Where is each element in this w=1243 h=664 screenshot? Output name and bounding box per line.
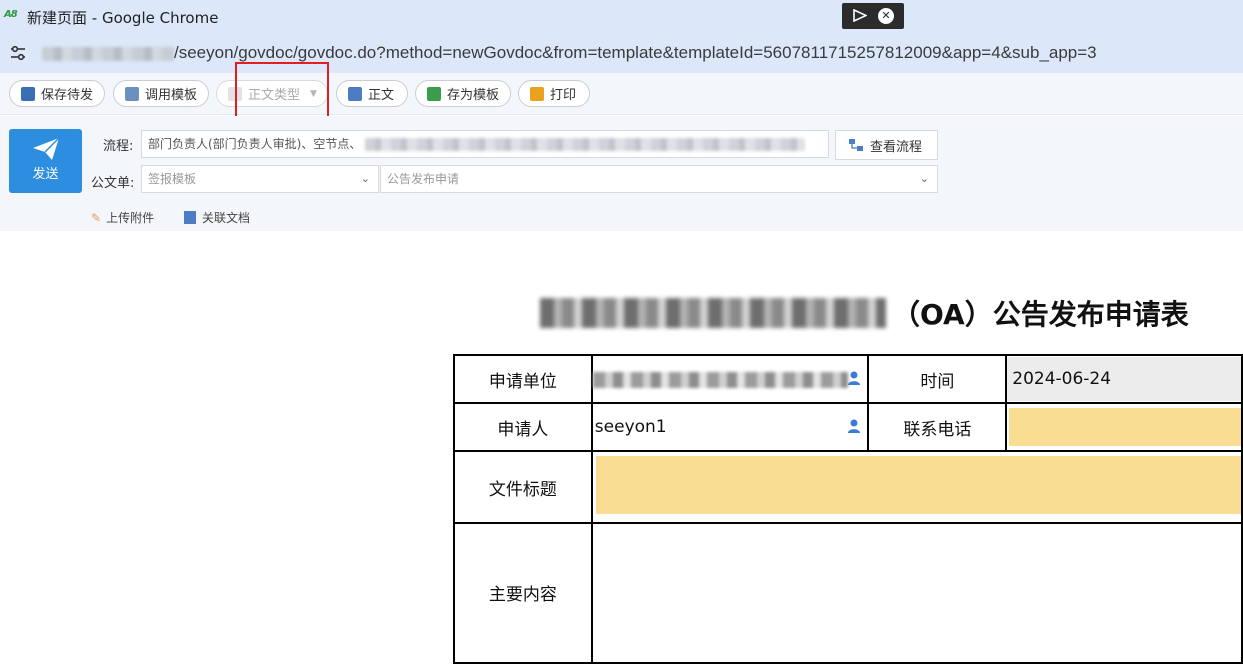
site-settings-icon[interactable] <box>9 44 27 62</box>
save-as-template-button[interactable]: 存为模板 <box>415 80 511 107</box>
save-draft-button[interactable]: 保存待发 <box>9 80 105 107</box>
use-template-label: 调用模板 <box>145 88 198 103</box>
url-host-redacted <box>42 47 174 61</box>
doc-form-select[interactable]: 公告发布申请 ⌄ <box>380 165 938 193</box>
phone-label: 联系电话 <box>867 402 1008 452</box>
main-content-field[interactable] <box>590 522 1243 664</box>
sign-template-placeholder: 签报模板 <box>148 172 197 186</box>
window-title: 新建页面 - Google Chrome <box>27 9 219 27</box>
url-text[interactable]: /seeyon/govdoc/govdoc.do?method=newGovdo… <box>174 43 1097 63</box>
doc-title-field[interactable] <box>590 450 1243 524</box>
body-label: 正文 <box>368 88 395 103</box>
time-field[interactable]: 2024-06-24 <box>1005 354 1243 404</box>
org-picker-icon[interactable] <box>847 370 861 386</box>
chevron-down-icon: ⌄ <box>919 172 929 185</box>
chevron-down-icon: ⌄ <box>360 172 370 185</box>
body-button[interactable]: 正文 <box>336 80 408 107</box>
upload-attachment-label: 上传附件 <box>106 211 155 225</box>
form-header: 发送 流程: 部门负责人(部门负责人审批)、空节点、 查看流程 公文单: 签报模… <box>0 116 1243 231</box>
view-flow-button[interactable]: 查看流程 <box>835 130 938 160</box>
table-row: 申请单位 时间 2024-06-24 <box>453 354 1243 404</box>
toolbar: 保存待发 调用模板 正文类型 ▼ 正文 存为模板 打印 <box>0 73 1243 115</box>
doc-form-value: 公告发布申请 <box>387 172 460 186</box>
template-icon <box>125 86 139 101</box>
apply-unit-label: 申请单位 <box>453 354 593 404</box>
time-value: 2024-06-24 <box>1007 357 1241 401</box>
annotation-highlight-box <box>235 62 329 121</box>
save-icon <box>21 86 35 101</box>
doc-title-label: 文件标题 <box>453 450 593 524</box>
screen-share-pill[interactable]: ✕ <box>842 3 904 29</box>
doc-title-input[interactable] <box>595 455 1241 514</box>
apply-unit-redacted <box>592 372 848 388</box>
applicant-value: seeyon1 <box>594 417 667 437</box>
related-doc-icon <box>184 211 196 224</box>
flow-field[interactable]: 部门负责人(部门负责人审批)、空节点、 <box>141 130 829 158</box>
doc-form-label: 公文单: <box>91 176 135 191</box>
flow-value: 部门负责人(部门负责人审批)、空节点、 <box>148 137 362 151</box>
send-label: 发送 <box>32 167 59 182</box>
related-docs-link[interactable]: 关联文档 <box>184 209 250 226</box>
person-picker-icon[interactable] <box>847 418 861 434</box>
time-label: 时间 <box>867 354 1008 404</box>
app-logo-icon: A8 <box>4 9 18 20</box>
phone-field[interactable] <box>1005 402 1243 452</box>
document-title-text: （OA）公告发布申请表 <box>892 298 1189 331</box>
flow-label: 流程: <box>103 139 134 154</box>
sign-template-select[interactable]: 签报模板 ⌄ <box>141 165 379 193</box>
share-icon[interactable] <box>853 9 867 22</box>
applicant-field[interactable]: seeyon1 <box>590 402 870 452</box>
stop-share-icon[interactable]: ✕ <box>878 8 894 24</box>
send-button[interactable]: 发送 <box>9 129 82 193</box>
table-row: 申请人 seeyon1 联系电话 <box>453 402 1243 452</box>
flow-redacted <box>365 138 806 151</box>
save-as-template-label: 存为模板 <box>447 88 500 103</box>
window-titlebar: A8 新建页面 - Google Chrome ✕ <box>0 0 1243 34</box>
paper-plane-icon <box>32 137 60 160</box>
print-label: 打印 <box>550 88 577 103</box>
save-template-icon <box>427 86 441 101</box>
related-docs-label: 关联文档 <box>202 211 251 225</box>
applicant-label: 申请人 <box>453 402 593 452</box>
body-doc-icon <box>348 86 362 101</box>
application-form-table: 申请单位 时间 2024-06-24 申请人 seeyon1 联系电话 文件标题 <box>453 354 1243 664</box>
table-row: 文件标题 <box>453 450 1243 524</box>
table-row: 主要内容 <box>453 522 1243 664</box>
view-flow-label: 查看流程 <box>870 139 923 155</box>
document-title: （OA）公告发布申请表 <box>540 293 1189 333</box>
use-template-button[interactable]: 调用模板 <box>113 80 209 107</box>
phone-input[interactable] <box>1009 408 1241 446</box>
flow-chart-icon <box>849 139 863 151</box>
printer-icon <box>530 86 544 101</box>
main-content-label: 主要内容 <box>453 522 593 664</box>
apply-unit-field[interactable] <box>590 354 870 404</box>
title-redacted <box>540 298 886 328</box>
paperclip-icon: ✎ <box>91 210 102 225</box>
upload-attachment-link[interactable]: ✎ 上传附件 <box>91 209 154 226</box>
save-draft-label: 保存待发 <box>41 88 94 103</box>
address-bar[interactable]: /seeyon/govdoc/govdoc.do?method=newGovdo… <box>0 34 1243 73</box>
print-button[interactable]: 打印 <box>518 80 590 107</box>
